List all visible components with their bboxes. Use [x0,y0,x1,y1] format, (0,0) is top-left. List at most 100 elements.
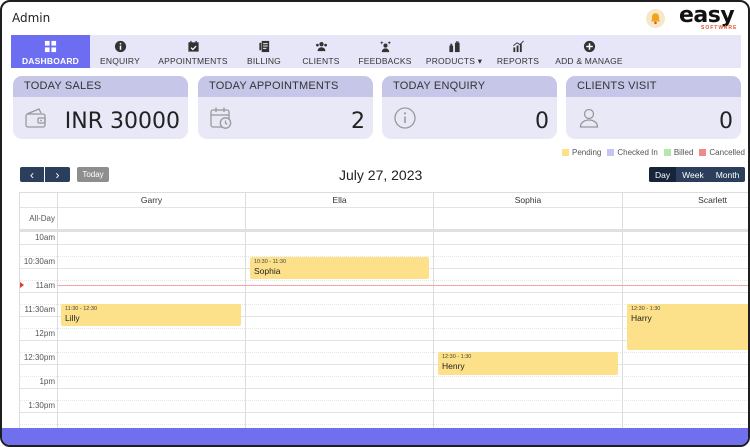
grid-line [20,424,748,425]
grid-line [20,280,748,281]
grid-line [20,292,748,293]
products-icon [448,41,460,53]
grid-line [20,376,748,377]
legend-item: Pending [562,148,601,157]
card-title: CLIENTS VISIT [566,76,741,97]
appointment-event[interactable]: 11:30 - 12:30 Lilly [61,304,241,326]
main-nav: DASHBOARD ENQUIRY APPOINTMENTS BILLING C… [11,35,741,68]
column-divider [245,193,246,428]
grid-line [20,352,748,353]
card-title: TODAY ENQUIRY [382,76,557,97]
legend-label: Pending [572,148,602,157]
appointment-event[interactable]: 12:30 - 1:30 Harry [627,304,748,350]
view-day-button[interactable]: Day [649,167,677,182]
grid-line [20,207,748,208]
nav-label: APPOINTMENTS [158,56,228,66]
event-time: 11:30 - 12:30 [65,306,98,312]
time-label: 1:30pm [28,401,55,410]
nav-label: DASHBOARD [21,56,80,66]
card-clients-visit[interactable]: CLIENTS VISIT 0 [566,76,741,139]
info-circle-icon [394,107,416,129]
bar-chart-icon [512,40,524,53]
card-value: 0 [535,109,549,134]
view-week-button[interactable]: Week [676,167,710,182]
card-title: TODAY APPOINTMENTS [198,76,373,97]
logo-sub: SOFTWARE [701,25,738,31]
legend-label: Billed [673,148,694,157]
nav-dashboard[interactable]: DASHBOARD [11,35,90,68]
info-icon [114,40,126,53]
card-value: 0 [719,109,733,134]
today-button[interactable]: Today [77,167,109,182]
nav-add-manage[interactable]: ADD & MANAGE [555,35,623,68]
time-label: 1pm [39,377,55,386]
top-bar: Admin easy SOFTWARE [2,2,748,34]
view-month-button[interactable]: Month [710,167,746,182]
card-today-appointments[interactable]: TODAY APPOINTMENTS 2 [198,76,373,139]
legend-swatch [699,149,707,156]
plus-circle-icon [583,40,595,53]
grid-line [20,364,748,365]
appointment-event[interactable]: 10:30 - 11:30 Sophia [250,257,429,279]
next-day-button[interactable]: › [45,167,70,182]
staff-column-header: Garry [57,193,245,207]
appointment-event[interactable]: 12:30 - 1:30 Henry [438,352,618,375]
nav-products[interactable]: PRODUCTS ▾ [426,35,482,68]
current-time-line [57,285,748,286]
chevron-left-icon: ‹ [30,167,34,182]
staff-column-header: Scarlett [622,193,748,207]
current-time-arrow [20,282,24,288]
prev-day-button[interactable]: ‹ [20,167,44,182]
bottom-bar [2,428,748,445]
nav-feedbacks[interactable]: FEEDBACKS [358,35,412,68]
nav-label: BILLING [247,56,281,66]
nav-reports[interactable]: REPORTS [496,35,540,68]
wallet-icon [25,108,46,128]
grid-line [20,388,748,389]
legend-item: Checked In [607,148,658,157]
event-time: 12:30 - 1:30 [631,306,661,312]
all-day-divider [20,229,748,232]
event-client: Henry [442,361,465,371]
card-value: 2 [351,109,365,134]
nav-clients[interactable]: CLIENTS [299,35,343,68]
users-icon [315,42,327,52]
legend-swatch [562,149,569,156]
billing-icon [258,40,269,53]
app-title: Admin [12,11,51,25]
grid-line [20,412,748,413]
grid-line [20,244,748,245]
nav-label: REPORTS [496,56,540,66]
event-time: 12:30 - 1:30 [442,354,472,360]
user-outline-icon [579,108,599,128]
event-time: 10:30 - 11:30 [254,259,287,265]
logo-word: easy [679,3,735,28]
sparkle-person-icon [379,40,391,53]
card-today-sales[interactable]: TODAY SALES INR 30000 [13,76,188,139]
time-label: 10am [34,233,55,242]
card-value: INR 30000 [64,109,180,134]
easy-software-logo: easy SOFTWARE [679,5,741,33]
event-client: Lilly [65,313,80,323]
column-divider [433,193,434,428]
view-switcher: Day Week Month [649,167,746,182]
time-label: 11am [35,281,55,290]
nav-billing[interactable]: BILLING [244,35,284,68]
time-label: 10:30am [23,257,55,266]
calendar-check-icon [187,40,199,52]
chevron-right-icon: › [55,167,60,182]
time-label: 12pm [34,329,55,338]
legend-label: Cancelled [709,148,745,157]
app-frame: Admin easy SOFTWARE DASHBOARD ENQUIRY AP… [0,0,750,447]
grid-line [20,400,748,401]
nav-appointments[interactable]: APPOINTMENTS [157,35,229,68]
bell-icon[interactable] [646,9,665,28]
nav-label: FEEDBACKS [358,56,412,66]
card-today-enquiry[interactable]: TODAY ENQUIRY 0 [382,76,557,139]
calendar-date-title: July 27, 2023 [339,167,423,183]
all-day-label: All-Day [29,214,55,223]
legend-label: Checked In [617,148,658,157]
dashboard-icon [44,40,57,53]
legend-item: Billed [663,148,694,157]
nav-enquiry[interactable]: ENQUIRY [97,35,143,68]
